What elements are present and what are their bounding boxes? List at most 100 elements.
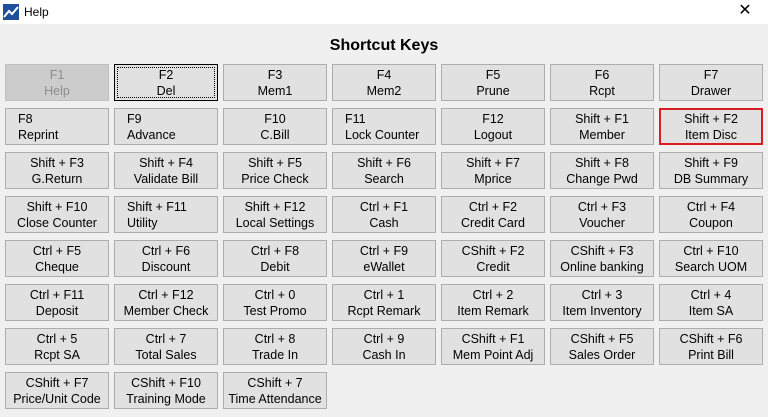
shortcut-key-combo: Ctrl + F10 xyxy=(683,244,739,258)
shortcut-key-action: Del xyxy=(156,83,176,98)
shortcut-key-combo: Shift + F9 xyxy=(684,156,738,170)
shortcut-key-action: Help xyxy=(44,83,70,98)
shortcut-key-combo: Ctrl + F11 xyxy=(29,288,85,302)
shortcut-key-button[interactable]: F2 Del xyxy=(114,64,218,101)
shortcut-key-combo: Shift + F4 xyxy=(139,156,193,170)
shortcut-key-combo: CShift + F3 xyxy=(570,244,634,258)
shortcut-key-button[interactable]: CShift + F10 Training Mode xyxy=(114,372,218,409)
shortcut-key-combo: CShift + F5 xyxy=(570,332,634,346)
shortcut-key-button[interactable]: Ctrl + F4 Coupon xyxy=(659,196,763,233)
shortcut-key-combo: Ctrl + F4 xyxy=(686,200,736,214)
shortcut-key-combo: Ctrl + F12 xyxy=(138,288,194,302)
shortcut-key-button[interactable]: F4 Mem2 xyxy=(332,64,436,101)
shortcut-key-action: Rcpt Remark xyxy=(347,303,421,318)
shortcut-key-button[interactable]: Ctrl + 5 Rcpt SA xyxy=(5,328,109,365)
shortcut-key-action: Print Bill xyxy=(688,347,734,362)
shortcut-key-combo: Ctrl + 8 xyxy=(254,332,296,346)
shortcut-key-button[interactable]: Shift + F6 Search xyxy=(332,152,436,189)
shortcut-key-combo: F3 xyxy=(267,68,283,82)
shortcut-key-combo: Ctrl + F5 xyxy=(32,244,82,258)
shortcut-key-button[interactable]: Ctrl + 0 Test Promo xyxy=(223,284,327,321)
shortcut-key-button[interactable]: Ctrl + F12 Member Check xyxy=(114,284,218,321)
shortcut-key-combo: F10 xyxy=(264,112,286,126)
shortcut-key-button[interactable]: Shift + F10 Close Counter xyxy=(5,196,109,233)
shortcut-key-combo: Shift + F5 xyxy=(248,156,302,170)
shortcut-key-button[interactable]: Ctrl + F6 Discount xyxy=(114,240,218,277)
shortcut-key-button[interactable]: Ctrl + 1 Rcpt Remark xyxy=(332,284,436,321)
shortcut-key-button[interactable]: F9 Advance xyxy=(114,108,218,145)
shortcut-key-action: eWallet xyxy=(363,259,405,274)
shortcut-key-button[interactable]: Ctrl + F9 eWallet xyxy=(332,240,436,277)
shortcut-key-button[interactable]: Shift + F12 Local Settings xyxy=(223,196,327,233)
shortcut-key-button[interactable]: CShift + 7 Time Attendance xyxy=(223,372,327,409)
shortcut-key-action: Member xyxy=(579,127,625,142)
shortcut-key-action: Debit xyxy=(260,259,290,274)
shortcut-key-button[interactable]: Shift + F2 Item Disc xyxy=(659,108,763,145)
shortcut-key-button[interactable]: Ctrl + F11 Deposit xyxy=(5,284,109,321)
shortcut-key-combo: Shift + F3 xyxy=(30,156,84,170)
shortcut-key-combo: F12 xyxy=(482,112,504,126)
shortcut-key-combo: Ctrl + 5 xyxy=(36,332,78,346)
shortcut-key-button[interactable]: Ctrl + 2 Item Remark xyxy=(441,284,545,321)
shortcut-key-action: Mem1 xyxy=(257,83,293,98)
shortcut-key-button[interactable]: Shift + F4 Validate Bill xyxy=(114,152,218,189)
shortcut-key-combo: Shift + F2 xyxy=(684,112,738,126)
shortcut-key-button[interactable]: Shift + F7 Mprice xyxy=(441,152,545,189)
shortcut-key-button[interactable]: Shift + F5 Price Check xyxy=(223,152,327,189)
shortcut-key-button[interactable]: F12 Logout xyxy=(441,108,545,145)
shortcut-key-action: Voucher xyxy=(579,215,625,230)
shortcut-key-button[interactable]: Shift + F8 Change Pwd xyxy=(550,152,654,189)
shortcut-key-action: Search xyxy=(364,171,404,186)
shortcut-key-button[interactable]: Ctrl + F3 Voucher xyxy=(550,196,654,233)
shortcut-key-button[interactable]: Ctrl + 9 Cash In xyxy=(332,328,436,365)
shortcut-key-button[interactable]: CShift + F1 Mem Point Adj xyxy=(441,328,545,365)
shortcut-key-button[interactable]: Ctrl + F8 Debit xyxy=(223,240,327,277)
shortcut-key-combo: CShift + F7 xyxy=(25,376,89,390)
shortcut-key-button: F1 Help xyxy=(5,64,109,101)
shortcut-key-button[interactable]: Ctrl + F5 Cheque xyxy=(5,240,109,277)
shortcut-key-action: Mprice xyxy=(474,171,512,186)
shortcut-key-button[interactable]: CShift + F5 Sales Order xyxy=(550,328,654,365)
shortcut-key-action: Time Attendance xyxy=(228,391,322,406)
shortcut-key-button[interactable]: F6 Rcpt xyxy=(550,64,654,101)
shortcut-key-button[interactable]: Ctrl + F10 Search UOM xyxy=(659,240,763,277)
shortcut-key-action: Cash xyxy=(369,215,399,230)
shortcut-key-action: Online banking xyxy=(560,259,644,274)
shortcut-key-button[interactable]: F3 Mem1 xyxy=(223,64,327,101)
shortcut-key-button[interactable]: Ctrl + F1 Cash xyxy=(332,196,436,233)
shortcut-key-button[interactable]: F8 Reprint xyxy=(5,108,109,145)
shortcut-key-action: Utility xyxy=(127,215,158,230)
shortcut-key-button[interactable]: Ctrl + 3 Item Inventory xyxy=(550,284,654,321)
shortcut-key-combo: F1 xyxy=(49,68,65,82)
shortcut-key-combo: CShift + F1 xyxy=(461,332,525,346)
shortcut-key-button[interactable]: CShift + F6 Print Bill xyxy=(659,328,763,365)
shortcut-key-button[interactable]: CShift + F3 Online banking xyxy=(550,240,654,277)
shortcut-key-action: Advance xyxy=(127,127,176,142)
shortcut-key-combo: Shift + F11 xyxy=(127,200,187,214)
close-button[interactable]: ✕ xyxy=(722,0,768,24)
shortcut-key-action: Cheque xyxy=(35,259,79,274)
shortcut-key-action: Logout xyxy=(473,127,513,142)
shortcut-key-combo: Ctrl + 9 xyxy=(363,332,405,346)
shortcut-key-button[interactable]: Ctrl + 8 Trade In xyxy=(223,328,327,365)
shortcut-key-combo: Ctrl + 4 xyxy=(690,288,732,302)
shortcut-key-button[interactable]: Shift + F1 Member xyxy=(550,108,654,145)
shortcut-key-action: Drawer xyxy=(690,83,732,98)
shortcut-key-action: Test Promo xyxy=(243,303,307,318)
shortcut-key-combo: Ctrl + 1 xyxy=(363,288,405,302)
shortcut-key-button[interactable]: Ctrl + 4 Item SA xyxy=(659,284,763,321)
shortcut-key-button[interactable]: Shift + F9 DB Summary xyxy=(659,152,763,189)
shortcut-key-button[interactable]: CShift + F7 Price/Unit Code xyxy=(5,372,109,409)
shortcut-key-button[interactable]: F7 Drawer xyxy=(659,64,763,101)
shortcut-key-button[interactable]: Shift + F3 G.Return xyxy=(5,152,109,189)
shortcut-key-combo: CShift + F6 xyxy=(679,332,743,346)
shortcut-key-button[interactable]: Shift + F11 Utility xyxy=(114,196,218,233)
shortcut-key-combo: Ctrl + F8 xyxy=(250,244,300,258)
shortcut-key-button[interactable]: Ctrl + F2 Credit Card xyxy=(441,196,545,233)
shortcut-key-button[interactable]: F11 Lock Counter xyxy=(332,108,436,145)
shortcut-key-button[interactable]: F5 Prune xyxy=(441,64,545,101)
shortcut-key-button[interactable]: Ctrl + 7 Total Sales xyxy=(114,328,218,365)
shortcut-key-action: Item Remark xyxy=(457,303,529,318)
shortcut-key-button[interactable]: F10 C.Bill xyxy=(223,108,327,145)
shortcut-key-button[interactable]: CShift + F2 Credit xyxy=(441,240,545,277)
